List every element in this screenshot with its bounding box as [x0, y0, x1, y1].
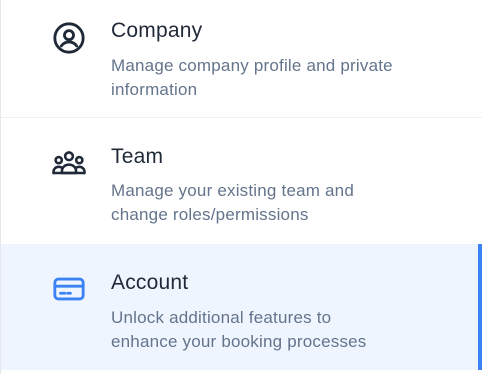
description-line: change roles/permissions: [111, 205, 309, 224]
description-line: Unlock additional features to: [111, 308, 332, 327]
nav-item-account[interactable]: Account Unlock additional features to en…: [1, 244, 482, 370]
nav-item-title: Team: [111, 145, 164, 168]
nav-item-description: Unlock additional features to enhance yo…: [111, 306, 451, 354]
nav-item-description: Manage your existing team and change rol…: [111, 179, 451, 227]
description-line: information: [111, 80, 198, 99]
credit-card-icon: [51, 271, 87, 307]
users-group-icon: [51, 146, 87, 182]
description-line: Manage your existing team and: [111, 181, 354, 200]
nav-item-team[interactable]: Team Manage your existing team and chang…: [1, 119, 482, 244]
description-line: Manage company profile and private: [111, 56, 393, 75]
nav-item-company[interactable]: Company Manage company profile and priva…: [1, 0, 482, 118]
nav-item-description: Manage company profile and private infor…: [111, 54, 451, 102]
description-line: enhance your booking processes: [111, 332, 367, 351]
nav-item-title: Company: [111, 19, 203, 42]
settings-nav-panel: Company Manage company profile and priva…: [0, 0, 482, 374]
nav-item-title: Account: [111, 271, 189, 294]
user-circle-icon: [51, 20, 87, 56]
